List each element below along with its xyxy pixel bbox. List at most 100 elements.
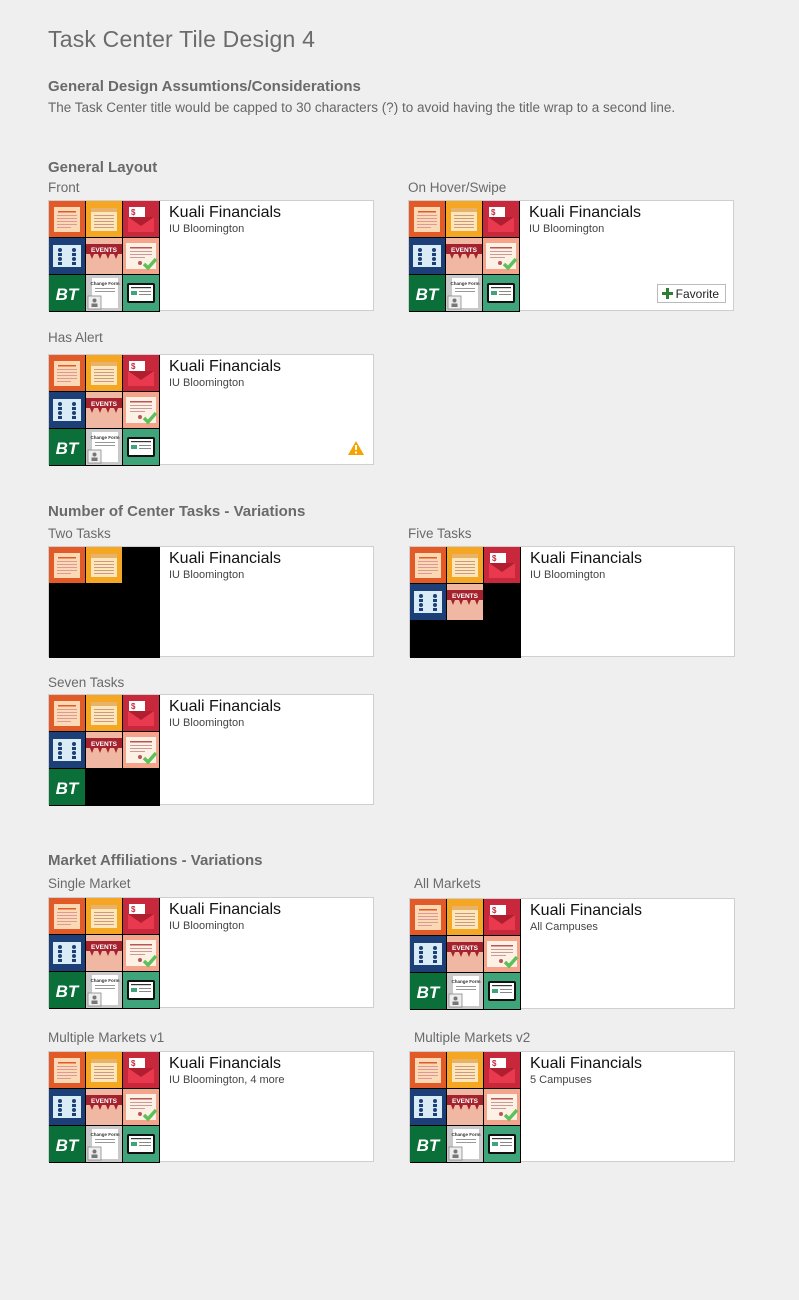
tile-front[interactable]: $ EVENTS BT Change Form Kuali Financials IU…: [48, 200, 374, 312]
tile-two-tasks[interactable]: Kuali Financials IU Bloomington: [48, 546, 374, 658]
mail-icon: $: [123, 355, 159, 391]
notes-icon: [86, 898, 122, 934]
tile-seven-tasks[interactable]: $ EVENTS BT Kuali Financials IU Bloomingto…: [48, 694, 374, 806]
tile-campus: IU Bloomington: [169, 223, 245, 235]
change-form-icon: Change Form: [447, 973, 483, 1009]
svg-text:BT: BT: [56, 779, 80, 798]
people-icon: [49, 238, 85, 274]
people-icon: [49, 935, 85, 971]
svg-text:EVENTS: EVENTS: [91, 401, 118, 408]
task-icon-grid: $ EVENTS: [410, 547, 521, 658]
svg-text:$: $: [492, 554, 497, 563]
events-icon: EVENTS: [86, 392, 122, 428]
tile-campus: 5 Campuses: [530, 1074, 592, 1086]
people-icon: [410, 936, 446, 972]
document-icon: [49, 1052, 85, 1088]
assumptions-heading: General Design Assumtions/Considerations: [48, 78, 361, 95]
change-form-icon: Change Form: [446, 275, 482, 311]
people-icon: [409, 238, 445, 274]
events-icon: EVENTS: [86, 935, 122, 971]
svg-text:Change Form: Change Form: [90, 1132, 119, 1137]
document-icon: [49, 201, 85, 237]
warning-icon: [348, 441, 364, 455]
notes-icon: [86, 201, 122, 237]
change-form-icon: Change Form: [86, 972, 122, 1008]
certificate-icon: [123, 1089, 159, 1125]
document-icon: [49, 547, 85, 583]
card-icon: [123, 972, 159, 1008]
single-market-label: Single Market: [48, 876, 131, 891]
certificate-icon: [123, 732, 159, 768]
task-icon-grid: [49, 547, 160, 658]
document-icon: [49, 695, 85, 731]
document-icon: [410, 1052, 446, 1088]
svg-text:BT: BT: [417, 1136, 441, 1155]
svg-text:BT: BT: [56, 285, 80, 304]
svg-text:EVENTS: EVENTS: [91, 1098, 118, 1105]
bt-logo-icon: BT: [49, 972, 85, 1008]
document-icon: [410, 547, 446, 583]
events-icon: EVENTS: [447, 936, 483, 972]
task-icon-grid: $ EVENTS BT Change Form: [49, 898, 160, 1009]
svg-text:Change Form: Change Form: [451, 979, 480, 984]
markets-heading: Market Affiliations - Variations: [48, 852, 263, 869]
variations-heading: Number of Center Tasks - Variations: [48, 503, 306, 520]
tile-all-markets[interactable]: $ EVENTS BT Change Form Kuali Financials Al…: [409, 898, 735, 1010]
mail-icon: $: [123, 898, 159, 934]
five-tasks-label: Five Tasks: [408, 526, 472, 541]
people-icon: [410, 1089, 446, 1125]
mail-icon: $: [123, 201, 159, 237]
tile-single-market[interactable]: $ EVENTS BT Change Form Kuali Financials IU…: [48, 897, 374, 1009]
bt-logo-icon: BT: [49, 275, 85, 311]
svg-text:EVENTS: EVENTS: [452, 593, 479, 600]
svg-text:$: $: [491, 208, 496, 217]
tile-five-tasks[interactable]: $ EVENTS Kuali Financials IU Bloomington: [409, 546, 735, 658]
task-icon-grid: $ EVENTS BT Change Form: [409, 201, 520, 312]
tile-hover[interactable]: $ EVENTS BT Change Form Kuali Financials IU…: [408, 200, 734, 312]
tile-multi-v2[interactable]: $ EVENTS BT Change Form Kuali Financials 5 …: [409, 1051, 735, 1163]
seven-tasks-label: Seven Tasks: [48, 675, 125, 690]
people-icon: [49, 1089, 85, 1125]
svg-text:$: $: [131, 702, 136, 711]
document-icon: [409, 201, 445, 237]
certificate-icon: [123, 392, 159, 428]
tile-multi-v1[interactable]: $ EVENTS BT Change Form Kuali Financials IU…: [48, 1051, 374, 1163]
svg-text:Change Form: Change Form: [90, 435, 119, 440]
notes-icon: [447, 899, 483, 935]
tile-title: Kuali Financials: [529, 204, 642, 221]
svg-text:$: $: [492, 906, 497, 915]
svg-text:EVENTS: EVENTS: [451, 247, 478, 254]
multi-v2-label: Multiple Markets v2: [414, 1030, 531, 1045]
mail-icon: $: [484, 547, 520, 583]
tile-title: Kuali Financials: [169, 550, 282, 567]
notes-icon: [86, 355, 122, 391]
certificate-icon: [483, 238, 519, 274]
svg-text:$: $: [131, 905, 136, 914]
svg-text:$: $: [131, 1059, 136, 1068]
bt-logo-icon: BT: [410, 1126, 446, 1162]
people-icon: [410, 584, 446, 620]
events-icon: EVENTS: [86, 732, 122, 768]
svg-text:Change Form: Change Form: [450, 281, 479, 286]
notes-icon: [447, 547, 483, 583]
svg-text:Change Form: Change Form: [90, 978, 119, 983]
tile-title: Kuali Financials: [169, 698, 282, 715]
notes-icon: [447, 1052, 483, 1088]
events-icon: EVENTS: [86, 238, 122, 274]
mail-icon: $: [123, 1052, 159, 1088]
plus-icon: [661, 288, 673, 299]
change-form-icon: Change Form: [447, 1126, 483, 1162]
events-icon: EVENTS: [447, 584, 483, 620]
task-icon-grid: $ EVENTS BT Change Form: [49, 201, 160, 312]
multi-v1-label: Multiple Markets v1: [48, 1030, 165, 1045]
favorite-button[interactable]: Favorite: [656, 284, 726, 303]
tile-title: Kuali Financials: [530, 902, 643, 919]
tile-campus: IU Bloomington: [169, 377, 245, 389]
svg-text:EVENTS: EVENTS: [91, 247, 118, 254]
task-icon-grid: $ EVENTS BT: [49, 695, 160, 806]
svg-text:EVENTS: EVENTS: [91, 944, 118, 951]
task-icon-grid: $ EVENTS BT Change Form: [49, 1052, 160, 1163]
favorite-label: Favorite: [675, 286, 719, 301]
events-icon: EVENTS: [447, 1089, 483, 1125]
tile-alert[interactable]: $ EVENTS BT Change Form Kuali Financials IU…: [48, 354, 374, 466]
